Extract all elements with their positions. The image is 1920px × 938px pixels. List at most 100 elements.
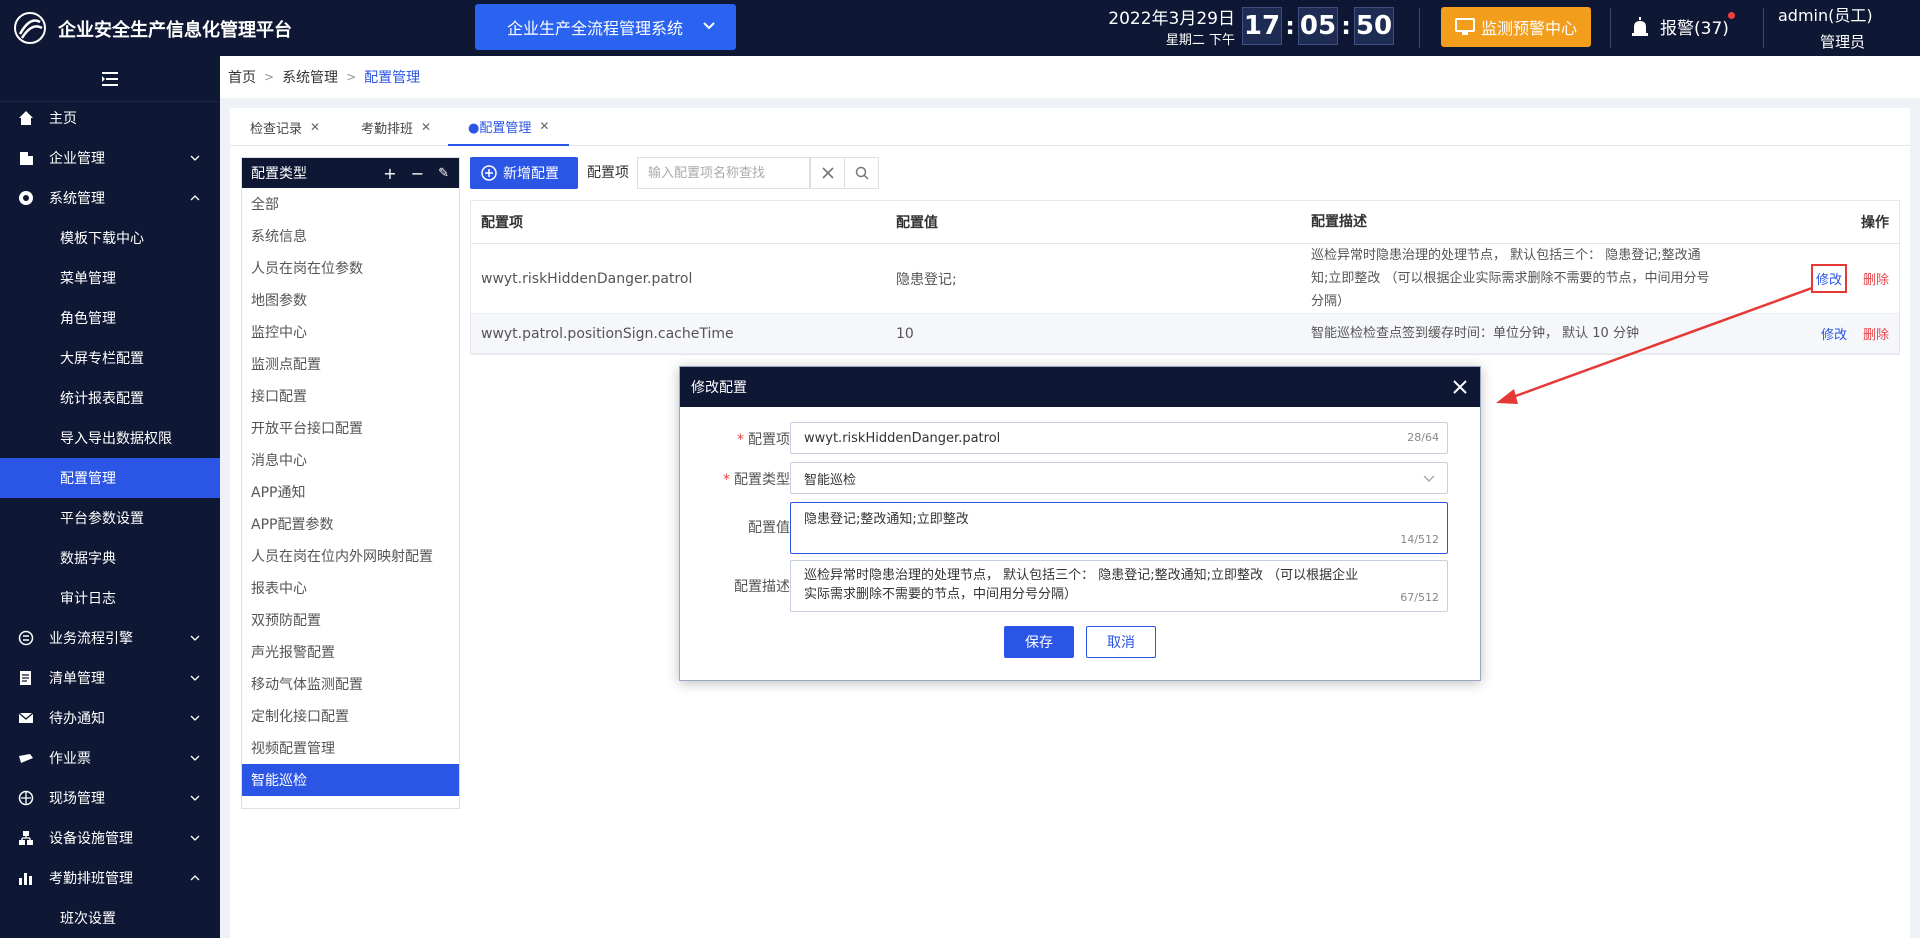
workflow-icon — [18, 630, 34, 646]
edit-type-icon[interactable]: ✎ — [438, 166, 449, 181]
chevron-up-icon — [190, 195, 200, 201]
close-icon[interactable]: ✕ — [421, 120, 431, 134]
config-type-item[interactable]: 定制化接口配置 — [242, 700, 459, 732]
config-type-item[interactable]: 声光报警配置 — [242, 636, 459, 668]
sidebar-item[interactable]: 模板下载中心 — [0, 218, 220, 258]
sidebar-item[interactable]: 班次设置 — [0, 898, 220, 938]
user-name[interactable]: admin(员工) — [1778, 2, 1873, 26]
sidebar-item-label: 待办通知 — [49, 711, 105, 727]
sidebar-item[interactable]: 清单管理 — [0, 658, 220, 698]
search-input[interactable] — [637, 157, 810, 189]
system-select[interactable]: 企业生产全流程管理系统 — [475, 4, 736, 50]
sidebar-item[interactable]: 平台参数设置 — [0, 498, 220, 538]
edit-link[interactable]: 修改 — [1821, 324, 1847, 343]
config-type-list: 全部 系统信息 人员在岗在位参数 地图参数 监控中心 监测点配置 接口配置 开放平台接口配置消… — [242, 188, 459, 796]
chevron-down-icon — [190, 835, 200, 841]
add-type-icon[interactable]: + — [383, 164, 396, 183]
config-value-textarea[interactable]: 隐患登记;整改通知;立即整改 14/512 — [790, 502, 1448, 554]
config-type-item[interactable]: 消息中心 — [242, 444, 459, 476]
monitor-icon — [1455, 18, 1475, 35]
config-desc-textarea[interactable]: 巡检异常时隐患治理的处理节点， 默认包括三个： 隐患登记;整改通知;立即整改 （… — [790, 560, 1448, 612]
config-type-item[interactable]: 双预防配置 — [242, 604, 459, 636]
tab-config-management[interactable]: ●配置管理 ✕ — [448, 108, 570, 146]
alarm-button[interactable]: 报警(37) — [1630, 12, 1735, 39]
sidebar-item-label: 大屏专栏配置 — [60, 351, 144, 367]
sidebar-item[interactable]: 业务流程引擎 — [0, 618, 220, 658]
plus-circle-icon — [481, 165, 497, 181]
close-icon[interactable] — [1452, 379, 1468, 395]
sidebar-item[interactable]: 角色管理 — [0, 298, 220, 338]
clear-search-button[interactable] — [810, 157, 845, 189]
field-value: wwyt.riskHiddenDanger.patrol — [804, 430, 1001, 446]
sidebar-item[interactable]: 作业票 — [0, 738, 220, 778]
add-config-label: 新增配置 — [503, 166, 559, 182]
cell-key: wwyt.patrol.positionSign.cacheTime — [481, 325, 734, 342]
sidebar-item-label: 现场管理 — [49, 791, 105, 807]
alarm-label: 报警(37) — [1660, 12, 1735, 39]
close-icon — [821, 167, 834, 179]
sidebar-item[interactable]: 主页 — [0, 98, 220, 138]
sidebar-item[interactable]: 统计报表配置 — [0, 378, 220, 418]
config-type-item[interactable]: APP通知 — [242, 476, 459, 508]
config-type-item[interactable]: APP配置参数 — [242, 508, 459, 540]
tab-attendance[interactable]: 考勤排班 ✕ — [341, 108, 451, 146]
sidebar-item[interactable]: 企业管理 — [0, 138, 220, 178]
sidebar-item[interactable]: 大屏专栏配置 — [0, 338, 220, 378]
delete-link[interactable]: 删除 — [1863, 264, 1889, 293]
close-icon[interactable]: ✕ — [310, 120, 320, 134]
config-type-item[interactable]: 接口配置 — [242, 380, 459, 412]
config-type-item[interactable]: 报表中心 — [242, 572, 459, 604]
sidebar-item-label: 清单管理 — [49, 671, 105, 687]
save-button[interactable]: 保存 — [1004, 626, 1074, 658]
sidebar-item[interactable]: 导入导出数据权限 — [0, 418, 220, 458]
sidebar-item[interactable]: 审计日志 — [0, 578, 220, 618]
sidebar-item-label: 平台参数设置 — [60, 511, 144, 527]
config-type-item[interactable]: 移动气体监测配置 — [242, 668, 459, 700]
ticket-icon — [19, 754, 33, 763]
sidebar-item[interactable]: 考勤排班管理 — [0, 858, 220, 898]
delete-link[interactable]: 删除 — [1863, 324, 1889, 343]
config-type-item[interactable]: 全部 — [242, 188, 459, 220]
config-types-header: 配置类型 + − ✎ — [242, 158, 459, 188]
table-row: wwyt.patrol.positionSign.cacheTime 10 智能… — [471, 314, 1899, 354]
cancel-button[interactable]: 取消 — [1086, 626, 1156, 658]
config-table: 配置项 配置值 配置描述 操作 wwyt.riskHiddenDanger.pa… — [470, 200, 1900, 355]
sidebar-collapse-button[interactable] — [0, 56, 220, 102]
tab-inspection-record[interactable]: 检查记录 ✕ — [230, 108, 340, 146]
add-config-button[interactable]: 新增配置 — [470, 157, 578, 189]
close-icon[interactable]: ✕ — [539, 119, 549, 133]
sidebar-item[interactable]: 系统管理 — [0, 178, 220, 218]
edit-link[interactable]: 修改 — [1810, 264, 1847, 293]
config-type-item[interactable]: 人员在岗在位内外网映射配置 — [242, 540, 459, 572]
monitor-center-label: 监测预警中心 — [1481, 19, 1578, 38]
config-type-item[interactable]: 系统信息 — [242, 220, 459, 252]
sidebar-item[interactable]: 现场管理 — [0, 778, 220, 818]
breadcrumb-home[interactable]: 首页 — [228, 67, 256, 87]
date-text: 2022年3月29日 — [1108, 9, 1235, 29]
tab-label: ●配置管理 — [468, 120, 532, 136]
remove-type-icon[interactable]: − — [411, 164, 424, 183]
search-button[interactable] — [844, 157, 879, 189]
config-type-item[interactable]: 地图参数 — [242, 284, 459, 316]
sidebar-item[interactable]: 配置管理 — [0, 458, 220, 498]
config-key-input[interactable]: wwyt.riskHiddenDanger.patrol 28/64 — [790, 422, 1448, 454]
config-type-item[interactable]: 智能巡检 — [242, 764, 459, 796]
sidebar-item[interactable]: 菜单管理 — [0, 258, 220, 298]
config-type-select[interactable]: 智能巡检 — [790, 462, 1448, 494]
monitor-center-button[interactable]: 监测预警中心 — [1441, 7, 1591, 47]
breadcrumb-separator: > — [264, 70, 275, 84]
config-type-item[interactable]: 视频配置管理 — [242, 732, 459, 764]
sidebar-item[interactable]: 数据字典 — [0, 538, 220, 578]
breadcrumb-system[interactable]: 系统管理 — [282, 67, 338, 87]
sidebar-item-label: 设备设施管理 — [49, 831, 133, 847]
sidebar-item[interactable]: 待办通知 — [0, 698, 220, 738]
config-type-item[interactable]: 监控中心 — [242, 316, 459, 348]
table-header: 配置项 配置值 配置描述 操作 — [471, 201, 1899, 244]
config-type-item[interactable]: 监测点配置 — [242, 348, 459, 380]
config-type-item[interactable]: 开放平台接口配置 — [242, 412, 459, 444]
config-type-item[interactable]: 人员在岗在位参数 — [242, 252, 459, 284]
char-counter: 14/512 — [1400, 533, 1439, 546]
equipment-icon — [19, 831, 33, 845]
sidebar-item[interactable]: 设备设施管理 — [0, 818, 220, 858]
char-counter: 28/64 — [1407, 431, 1439, 444]
